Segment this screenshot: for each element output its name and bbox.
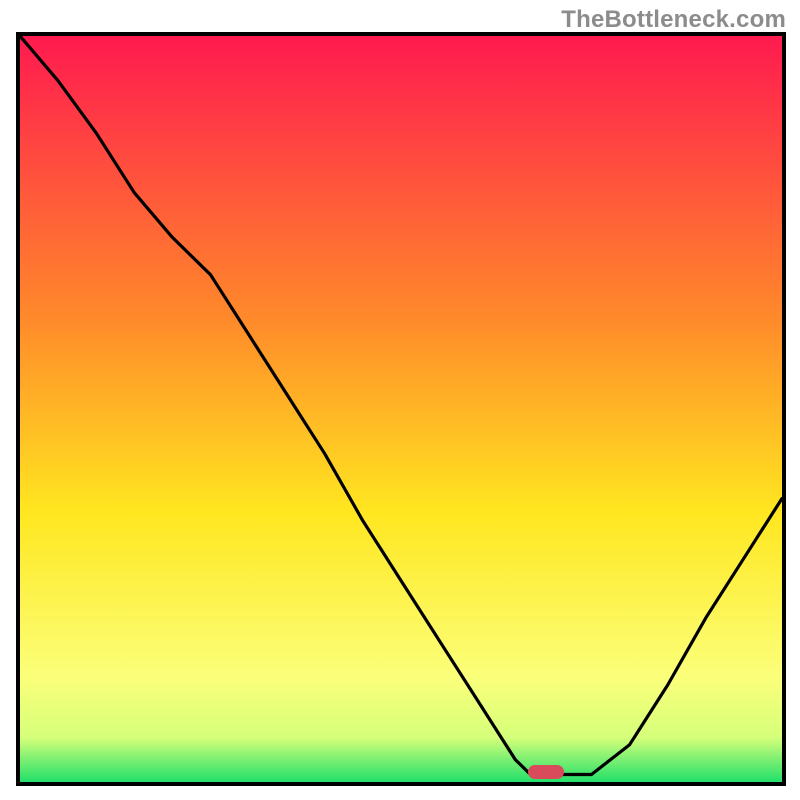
curve-line: [20, 36, 782, 782]
minimum-marker: [528, 765, 564, 779]
plot-frame: [16, 32, 786, 786]
watermark-text: TheBottleneck.com: [561, 6, 786, 34]
